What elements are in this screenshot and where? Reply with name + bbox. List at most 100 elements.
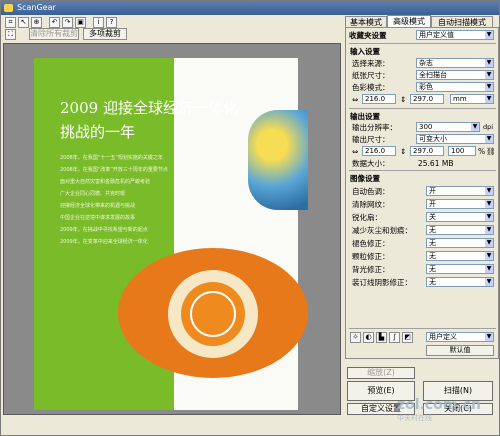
input-height-field[interactable]: 297.0 xyxy=(410,94,444,104)
unsharp-mask-label: 锐化扇： xyxy=(352,213,382,222)
dust-scratch-value: 无 xyxy=(429,226,436,234)
gutter-shadow-select[interactable]: 无 ▼ xyxy=(426,277,494,287)
threshold-icon[interactable]: ◩ xyxy=(402,332,413,343)
help-icon[interactable]: ? xyxy=(106,17,117,28)
output-size-value: 可变大小 xyxy=(419,135,447,143)
select-icon[interactable]: ↖ xyxy=(18,17,29,28)
rotate-left-icon[interactable]: ↶ xyxy=(49,17,60,28)
resolution-select[interactable]: 300 ▼ xyxy=(416,122,480,132)
chevron-down-icon: ▼ xyxy=(485,187,493,195)
divider xyxy=(349,170,496,171)
scale-unit: % xyxy=(478,147,486,156)
gutter-shadow-value: 无 xyxy=(429,278,436,286)
headline-line-2: 挑战的一年 xyxy=(60,123,136,141)
scangear-window: ScanGear ⌗ ↖ ⊕ ↶ ↷ ▣ i ? ⛶ 清除所有裁剪 多项裁剪 2… xyxy=(0,0,500,436)
unsharp-mask-value: 关 xyxy=(429,213,436,221)
descreen-label: 清除网纹： xyxy=(352,200,390,209)
input-width-field[interactable]: 216.0 xyxy=(362,94,396,104)
paper-size-label: 纸张尺寸： xyxy=(352,71,390,80)
dust-scratch-label: 减少灰尘和划痕： xyxy=(352,226,412,235)
info-icon[interactable]: i xyxy=(93,17,104,28)
chevron-down-icon: ▼ xyxy=(485,333,493,341)
height-icon: ⇕ xyxy=(400,95,407,104)
chevron-down-icon: ▼ xyxy=(485,278,493,286)
unit-select[interactable]: mm ▼ xyxy=(450,94,494,104)
image-settings-header-row: 图像设置 xyxy=(346,173,498,184)
divider xyxy=(349,108,496,109)
body-line: 广大企业同心同德、共克时艰 xyxy=(60,191,126,197)
histogram-icon[interactable]: ▙ xyxy=(376,332,387,343)
contrast-icon[interactable]: ◐ xyxy=(363,332,374,343)
favorites-select[interactable]: 用户定义值 ▼ xyxy=(416,30,494,40)
rotate-right-icon[interactable]: ↷ xyxy=(62,17,73,28)
output-settings-header-row: 输出设置 xyxy=(346,111,498,122)
eye-globe-ring xyxy=(190,291,236,337)
clear-all-crops-button[interactable]: 清除所有裁剪 xyxy=(29,28,79,40)
color-mode-label: 色彩模式： xyxy=(352,83,390,92)
body-line: 2009年，在变革中迎来全球经济一体化 xyxy=(60,239,148,245)
backlight-correction-select[interactable]: 无 ▼ xyxy=(426,264,494,274)
source-label: 选择来源： xyxy=(352,59,390,68)
tab-advanced-mode[interactable]: 高级模式 xyxy=(387,15,431,27)
watermark-domain: zol.com.cn xyxy=(397,397,481,413)
data-size-label: 数据大小： xyxy=(352,159,390,168)
output-width-field[interactable]: 216.0 xyxy=(362,146,396,156)
title-bar: ScanGear xyxy=(1,1,499,15)
body-line: 迎接经济全球化带来的机遇与挑战 xyxy=(60,203,136,209)
zoom-button[interactable]: 缩放(Z) xyxy=(347,367,415,379)
color-mode-row: 色彩模式： 彩色 ▼ xyxy=(346,82,498,93)
output-settings-header: 输出设置 xyxy=(350,112,380,121)
image-setting-row: 褪色修正： 无 ▼ xyxy=(346,238,498,249)
output-dims-row: ⇔ 216.0 ⇕ 297.0 100 % ⛓ xyxy=(346,146,498,157)
auto-crop-icon[interactable]: ▣ xyxy=(75,17,86,28)
output-height-field[interactable]: 297.0 xyxy=(410,146,444,156)
width-icon: ⇔ xyxy=(352,147,359,156)
settings-panel: 基本模式 高级模式 自动扫描模式 收藏夹设置 用户定义值 ▼ 输入设置 选择来源：… xyxy=(345,15,499,435)
tone-curve-icon[interactable]: ∫ xyxy=(389,332,400,343)
defaults-button[interactable]: 默认值 xyxy=(426,345,494,356)
adjust-preset-select[interactable]: 用户定义 ▼ xyxy=(426,332,494,342)
backlight-correction-value: 无 xyxy=(429,265,436,273)
paper-size-select[interactable]: 全扫描台 ▼ xyxy=(416,70,494,80)
dpi-unit: dpi xyxy=(483,123,494,131)
resolution-label: 输出分辨率： xyxy=(352,123,397,132)
multi-crop-button[interactable]: 多项裁剪 xyxy=(83,28,127,40)
width-icon: ⇔ xyxy=(352,95,359,104)
crop-icon[interactable]: ⌗ xyxy=(5,17,16,28)
backlight-correction-label: 背光修正： xyxy=(352,265,390,274)
zoom-icon[interactable]: ⊕ xyxy=(31,17,42,28)
body-line: 2008年，在我国“十一五”规划实施的关键之年 xyxy=(60,155,163,161)
adjust-tools-row: ☼ ◐ ▙ ∫ ◩ 用户定义 ▼ xyxy=(346,332,498,343)
crop-frame-icon[interactable]: ⛶ xyxy=(5,29,16,40)
input-settings-header: 输入设置 xyxy=(350,47,380,56)
color-mode-select[interactable]: 彩色 ▼ xyxy=(416,82,494,92)
auto-tone-select[interactable]: 开 ▼ xyxy=(426,186,494,196)
dust-scratch-select[interactable]: 无 ▼ xyxy=(426,225,494,235)
chevron-down-icon: ▼ xyxy=(485,200,493,208)
tab-basic-mode[interactable]: 基本模式 xyxy=(345,16,387,27)
grain-correction-value: 无 xyxy=(429,252,436,260)
unit-value: mm xyxy=(453,95,467,103)
source-value: 杂志 xyxy=(419,59,433,67)
scale-field[interactable]: 100 xyxy=(448,146,476,156)
chain-link-icon[interactable]: ⛓ xyxy=(486,146,496,157)
fading-correction-select[interactable]: 无 ▼ xyxy=(426,238,494,248)
divider xyxy=(349,328,496,329)
brightness-icon[interactable]: ☼ xyxy=(350,332,361,343)
source-row: 选择来源： 杂志 ▼ xyxy=(346,58,498,69)
source-select[interactable]: 杂志 ▼ xyxy=(416,58,494,68)
descreen-select[interactable]: 开 ▼ xyxy=(426,199,494,209)
fading-correction-label: 褪色修正： xyxy=(352,239,390,248)
paper-size-value: 全扫描台 xyxy=(419,71,447,79)
output-size-select[interactable]: 可变大小 ▼ xyxy=(416,134,494,144)
grain-correction-select[interactable]: 无 ▼ xyxy=(426,251,494,261)
image-setting-row: 自动色调： 开 ▼ xyxy=(346,186,498,197)
tab-auto-scan-mode[interactable]: 自动扫描模式 xyxy=(431,16,493,27)
chevron-down-icon: ▼ xyxy=(485,83,493,91)
image-setting-row: 装订线阴影修正： 无 ▼ xyxy=(346,277,498,288)
chevron-down-icon: ▼ xyxy=(485,213,493,221)
input-size-row: ⇔ 216.0 ⇕ 297.0 mm ▼ xyxy=(346,94,498,105)
auto-tone-label: 自动色调： xyxy=(352,187,390,196)
unsharp-mask-select[interactable]: 关 ▼ xyxy=(426,212,494,222)
preview-area[interactable]: 2009 迎接全球经济一体化 挑战的一年 2008年，在我国“十一五”规划实施的… xyxy=(3,43,341,415)
